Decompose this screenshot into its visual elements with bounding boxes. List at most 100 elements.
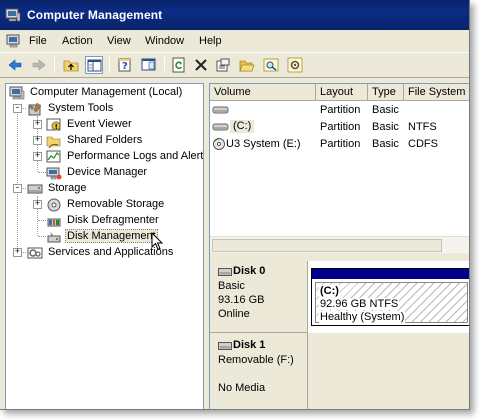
toolbar: ? xyxy=(0,52,469,78)
disk-1-label[interactable]: Disk 1 Removable (F:) No Media xyxy=(210,333,308,409)
cell-volume: U3 System (E:) xyxy=(226,138,301,150)
disk-0-label[interactable]: Disk 0 Basic 93.16 GB Online xyxy=(210,261,308,333)
system-tools-icon xyxy=(27,101,43,117)
scrollbar-thumb[interactable] xyxy=(212,239,442,252)
column-header-file-system[interactable]: File System xyxy=(404,84,469,101)
menu-file[interactable]: File xyxy=(29,35,47,47)
partition-type-bar xyxy=(312,269,469,279)
computer-management-icon xyxy=(5,7,21,23)
menu-view[interactable]: View xyxy=(107,35,131,47)
tree-label-disk-management: Disk Management xyxy=(65,229,158,243)
cell-type: Basic xyxy=(372,104,399,116)
pane-divider[interactable] xyxy=(210,253,469,261)
tree-label-storage: Storage xyxy=(48,182,87,194)
disk-1-status: No Media xyxy=(218,382,266,394)
tree-label-shared-folders: Shared Folders xyxy=(67,134,143,146)
expand-toggle[interactable]: + xyxy=(33,136,42,145)
performance-icon xyxy=(46,149,62,165)
tree-label-system-tools: System Tools xyxy=(48,102,114,114)
disk-0-kind: Basic xyxy=(218,280,245,292)
tree-connector xyxy=(38,172,46,173)
column-header-type[interactable]: Type xyxy=(368,84,404,101)
storage-icon xyxy=(27,181,43,197)
tree-connector xyxy=(17,104,18,257)
back-icon[interactable] xyxy=(6,56,24,74)
cell-layout: Partition xyxy=(320,138,361,150)
disk-management-icon xyxy=(46,229,62,245)
table-row[interactable] xyxy=(212,103,314,119)
mouse-cursor-icon xyxy=(151,231,165,252)
removable-storage-icon xyxy=(46,197,62,213)
console-tree[interactable]: Computer Management (Local) - System Too… xyxy=(5,83,204,409)
tree-connector xyxy=(38,236,46,237)
title-bar[interactable]: Computer Management xyxy=(0,0,469,30)
tree-label-root: Computer Management (Local) xyxy=(30,86,183,98)
expand-toggle[interactable]: + xyxy=(33,120,42,129)
partition-size: 92.96 GB NTFS xyxy=(319,298,400,310)
open-folder-icon[interactable] xyxy=(238,56,256,74)
expand-toggle[interactable]: + xyxy=(13,248,22,257)
toolbar-separator xyxy=(109,57,110,73)
tree-label-event-viewer: Event Viewer xyxy=(67,118,132,130)
disk-1-name: Disk 1 xyxy=(233,339,266,351)
expand-toggle[interactable]: + xyxy=(33,200,42,209)
menu-help[interactable]: Help xyxy=(199,35,222,47)
refresh-icon[interactable] xyxy=(170,56,188,74)
properties-sheet-icon[interactable] xyxy=(214,56,232,74)
toolbar-separator xyxy=(54,57,55,73)
cell-volume: (C:) xyxy=(230,120,255,133)
svg-text:?: ? xyxy=(122,61,128,72)
menu-action[interactable]: Action xyxy=(62,35,93,47)
cell-file-system: CDFS xyxy=(408,138,438,150)
disk-1-empty-area xyxy=(308,333,469,409)
forward-icon[interactable] xyxy=(30,56,48,74)
device-manager-icon xyxy=(46,165,62,181)
volume-icon xyxy=(212,104,230,116)
defragmenter-icon xyxy=(46,213,62,229)
partition-health: Healthy (System) xyxy=(319,311,406,323)
toolbar-separator xyxy=(164,57,165,73)
show-hide-tree-icon[interactable] xyxy=(85,56,103,74)
menu-window[interactable]: Window xyxy=(145,35,184,47)
svg-text:!: ! xyxy=(55,123,58,131)
graphical-disk-view: Disk 0 Basic 93.16 GB Online (C:) 92.96 … xyxy=(210,261,469,409)
menu-bar: File Action View Window Help xyxy=(0,30,469,52)
computer-management-window: Computer Management File Action View Win… xyxy=(0,0,470,410)
expand-toggle[interactable]: + xyxy=(33,152,42,161)
up-folder-icon[interactable] xyxy=(62,56,80,74)
event-viewer-icon: ! xyxy=(46,117,62,133)
cell-type: Basic xyxy=(372,121,399,133)
cd-drive-icon xyxy=(212,137,226,151)
settings-icon[interactable] xyxy=(286,56,304,74)
partition-body: (C:) 92.96 GB NTFS Healthy (System) xyxy=(315,282,468,323)
table-row[interactable]: (C:) xyxy=(212,120,314,136)
volume-list[interactable]: Volume Layout Type File System Partition… xyxy=(210,84,469,236)
cell-file-system: NTFS xyxy=(408,121,437,133)
cell-type: Basic xyxy=(372,138,399,150)
tree-label-device-manager: Device Manager xyxy=(67,166,148,178)
disk-0-status: Online xyxy=(218,308,250,320)
disk-1-kind: Removable (F:) xyxy=(218,354,294,366)
horizontal-scrollbar[interactable] xyxy=(210,236,469,253)
properties-icon[interactable]: ? xyxy=(116,56,134,74)
search-icon[interactable] xyxy=(262,56,280,74)
tree-label-disk-defragmenter: Disk Defragmenter xyxy=(67,214,159,226)
details-pane: Volume Layout Type File System Partition… xyxy=(209,83,469,409)
cell-layout: Partition xyxy=(320,104,361,116)
partition-c[interactable]: (C:) 92.96 GB NTFS Healthy (System) xyxy=(311,268,469,326)
computer-icon xyxy=(9,85,25,101)
collapse-toggle[interactable]: - xyxy=(13,104,22,113)
tree-connector xyxy=(38,220,46,221)
volume-icon xyxy=(212,121,230,133)
table-row[interactable]: U3 System (E:) xyxy=(212,137,316,153)
disk-icon xyxy=(218,267,232,277)
tree-label-performance: Performance Logs and Alerts xyxy=(67,150,204,162)
disk-0-size: 93.16 GB xyxy=(218,294,265,306)
export-list-icon[interactable] xyxy=(140,56,158,74)
system-menu-icon[interactable] xyxy=(6,33,22,49)
collapse-toggle[interactable]: - xyxy=(13,184,22,193)
cell-layout: Partition xyxy=(320,121,361,133)
column-header-volume[interactable]: Volume xyxy=(210,84,316,101)
delete-icon[interactable] xyxy=(192,56,210,74)
column-header-layout[interactable]: Layout xyxy=(316,84,368,101)
